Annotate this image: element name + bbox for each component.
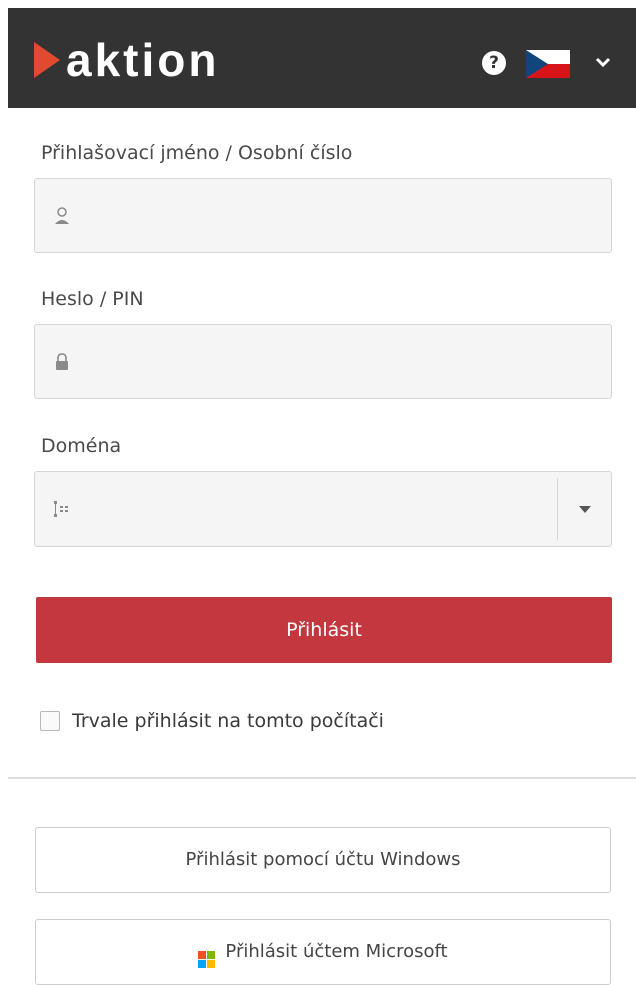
help-icon[interactable]: ? [482,51,506,75]
chevron-down-icon[interactable] [593,52,613,72]
domain-label: Doména [41,435,122,457]
logo-arrow-icon [34,42,60,78]
microsoft-logo-icon [198,951,216,968]
password-label: Heslo / PIN [41,288,144,310]
caret-down-icon[interactable] [579,506,591,513]
user-icon [55,207,69,224]
top-bar: aktion ? [8,8,636,108]
windows-login-label: Přihlásit pomocí účtu Windows [185,849,461,870]
remember-me[interactable]: Trvale přihlásit na tomto počítači [40,710,384,732]
username-input[interactable] [85,179,569,254]
domain-select[interactable] [34,471,612,547]
lock-icon [56,353,68,370]
microsoft-login-label: Přihlásit účtem Microsoft [225,941,448,962]
select-divider [557,478,558,540]
password-field[interactable] [34,324,612,400]
logo-text: aktion [66,34,220,86]
remember-label[interactable]: Trvale přihlásit na tomto počítači [72,710,384,732]
username-field[interactable] [34,178,612,254]
aktion-logo[interactable]: aktion [34,34,220,86]
windows-login-button[interactable]: Přihlásit pomocí účtu Windows [35,827,611,893]
section-divider [8,777,636,779]
flag-cz-icon[interactable] [526,50,570,78]
login-button[interactable]: Přihlásit [36,597,612,663]
domain-tree-icon [54,501,68,517]
password-input[interactable] [85,325,569,400]
microsoft-login-button[interactable]: Přihlásit účtem Microsoft [35,919,611,985]
remember-checkbox[interactable] [40,711,60,731]
username-label: Přihlašovací jméno / Osobní číslo [41,142,353,164]
